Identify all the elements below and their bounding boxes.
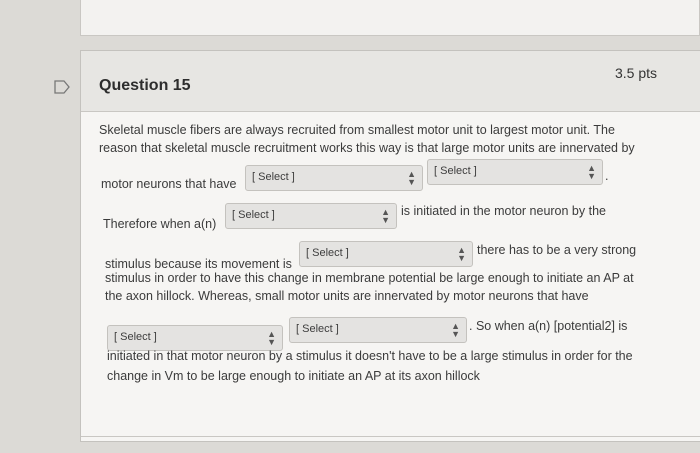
answer-select-2[interactable]: [ Select ] ▲ ▼	[427, 159, 603, 185]
select-label: [ Select ]	[296, 323, 339, 335]
select-label: [ Select ]	[114, 331, 157, 343]
select-label: [ Select ]	[434, 165, 477, 177]
select-arrows-icon: ▲ ▼	[381, 207, 390, 225]
select-label: [ Select ]	[306, 247, 349, 259]
previous-question-card	[80, 0, 700, 36]
select-arrows-icon: ▲ ▼	[451, 321, 460, 339]
answer-select-1[interactable]: [ Select ] ▲ ▼	[245, 165, 423, 191]
question-text-line: reason that skeletal muscle recruitment …	[99, 141, 635, 155]
question-header: Question 15 3.5 pts	[81, 51, 700, 112]
select-label: [ Select ]	[232, 209, 275, 221]
question-card: Question 15 3.5 pts Skeletal muscle fibe…	[80, 50, 700, 442]
card-divider	[81, 436, 700, 437]
select-label: [ Select ]	[252, 171, 295, 183]
question-title: Question 15	[99, 77, 191, 94]
question-points: 3.5 pts	[614, 65, 657, 81]
question-text-line: change in Vm to be large enough to initi…	[107, 369, 480, 383]
flag-icon[interactable]	[54, 80, 70, 94]
question-text-line: the axon hillock. Whereas, small motor u…	[105, 289, 589, 303]
select-arrows-icon: ▲ ▼	[587, 163, 596, 181]
question-text-line: stimulus in order to have this change in…	[105, 271, 634, 285]
question-text-line: stimulus because its movement is	[105, 257, 292, 271]
question-text-line: initiated in that motor neuron by a stim…	[107, 349, 633, 363]
question-text-line: .	[605, 169, 609, 183]
question-text-line: Therefore when a(n)	[103, 217, 217, 231]
answer-select-5[interactable]: [ Select ] ▲ ▼	[107, 325, 283, 351]
question-text-line: is initiated in the motor neuron by the	[401, 204, 606, 218]
question-text-line: motor neurons that have	[101, 177, 237, 191]
question-text-line: there has to be a very strong	[477, 243, 637, 257]
select-arrows-icon: ▲ ▼	[407, 169, 416, 187]
select-arrows-icon: ▲ ▼	[457, 245, 466, 263]
select-arrows-icon: ▲ ▼	[267, 329, 276, 347]
question-text-line: . So when a(n) [potential2] is	[469, 319, 628, 333]
answer-select-3[interactable]: [ Select ] ▲ ▼	[225, 203, 397, 229]
answer-select-4[interactable]: [ Select ] ▲ ▼	[299, 241, 473, 267]
answer-select-6[interactable]: [ Select ] ▲ ▼	[289, 317, 467, 343]
question-text-line: Skeletal muscle fibers are always recrui…	[99, 123, 615, 137]
